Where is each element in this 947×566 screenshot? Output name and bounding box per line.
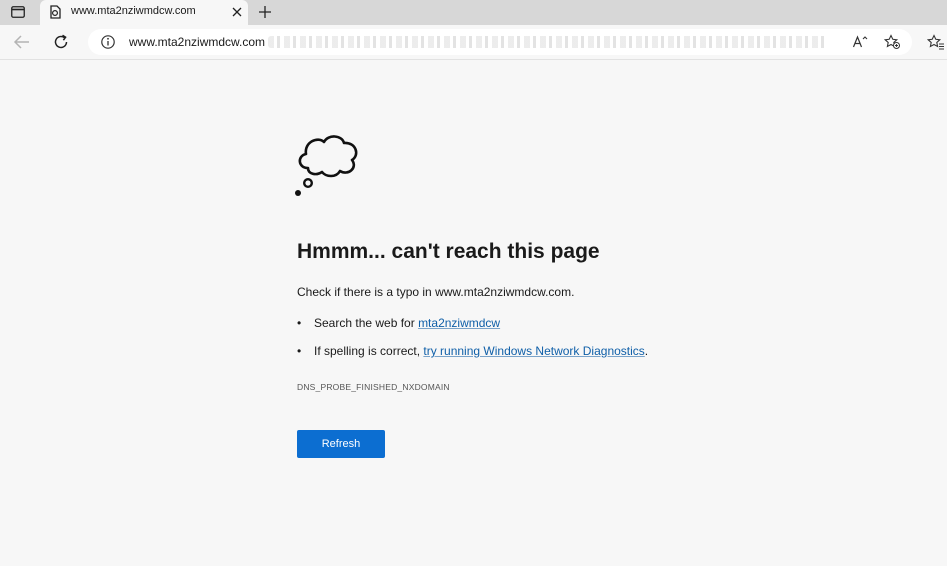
active-tab[interactable]: www.mta2nziwmdcw.com [40, 0, 248, 25]
network-diagnostics-link[interactable]: try running Windows Network Diagnostics [423, 344, 644, 358]
close-icon[interactable] [230, 5, 244, 19]
tab-actions-icon[interactable] [6, 3, 30, 21]
browser-toolbar: www.mta2nziwmdcw.com [0, 25, 947, 60]
read-aloud-icon[interactable] [852, 34, 868, 50]
tab-title: www.mta2nziwmdcw.com [71, 5, 196, 17]
search-web-link[interactable]: mta2nziwmdcw [418, 316, 500, 330]
address-bar[interactable]: www.mta2nziwmdcw.com [88, 29, 912, 55]
plus-icon[interactable] [256, 3, 274, 21]
bullet-text: If spelling is correct, [314, 344, 424, 358]
bullet: • [297, 344, 302, 358]
page-title: Hmmm... can't reach this page [297, 240, 600, 263]
back-arrow-icon[interactable] [12, 32, 32, 52]
typo-message: Check if there is a typo in www.mta2nziw… [297, 285, 575, 299]
refresh-icon[interactable] [51, 32, 71, 52]
obscured-region [268, 36, 828, 48]
bullet-suffix: . [644, 344, 649, 358]
add-favorite-icon[interactable] [883, 34, 900, 50]
bullet-text: Search the web for [314, 316, 419, 330]
url-text: www.mta2nziwmdcw.com [129, 35, 266, 49]
info-icon[interactable] [100, 34, 116, 50]
error-code: DNS_PROBE_FINISHED_NXDOMAIN [297, 382, 450, 392]
thought-cloud-icon [294, 130, 364, 200]
favorites-icon[interactable] [926, 32, 946, 52]
tab-strip: www.mta2nziwmdcw.com [0, 0, 947, 25]
refresh-button[interactable]: Refresh [297, 430, 385, 458]
error-page-icon [48, 5, 62, 19]
bullet: • [297, 316, 302, 330]
